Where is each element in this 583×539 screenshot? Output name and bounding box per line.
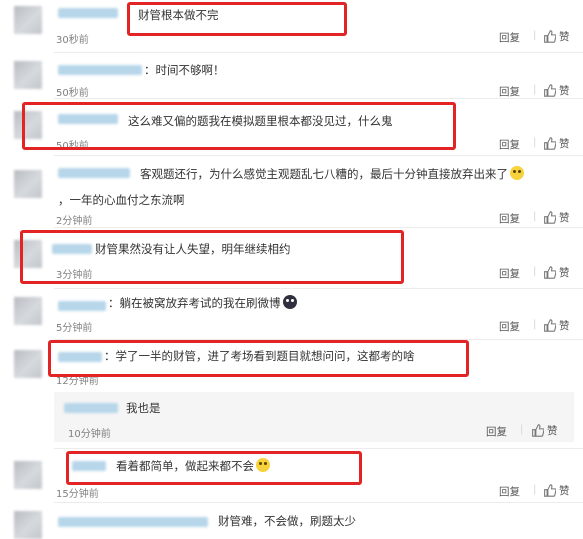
like-button[interactable]: 赞 bbox=[543, 136, 570, 151]
like-button[interactable]: 赞 bbox=[543, 483, 570, 498]
comment-time: 50秒前 bbox=[56, 88, 89, 99]
surprised-emoji-icon bbox=[282, 295, 297, 309]
action-separator: | bbox=[533, 319, 537, 330]
reply-button[interactable]: 回复 bbox=[499, 211, 520, 226]
comment-text-line: 看着都简单，做起来都不会 bbox=[116, 459, 254, 473]
like-label: 赞 bbox=[559, 485, 570, 497]
comment-text: ：躺在被窝放弃考试的我在刷微博 bbox=[108, 295, 297, 311]
like-label: 赞 bbox=[559, 138, 570, 150]
reply-button[interactable]: 回复 bbox=[499, 84, 520, 99]
avatar[interactable] bbox=[14, 111, 42, 139]
like-label: 赞 bbox=[559, 85, 570, 97]
comment-time: 12分钟前 bbox=[56, 376, 99, 387]
reply-button[interactable]: 回复 bbox=[499, 137, 520, 152]
like-label: 赞 bbox=[547, 425, 558, 437]
comment-time: 2分钟前 bbox=[56, 216, 93, 227]
crying-emoji-icon bbox=[256, 458, 270, 472]
username[interactable] bbox=[58, 8, 118, 18]
like-button[interactable]: 赞 bbox=[543, 29, 570, 44]
subreply-time: 10分钟前 bbox=[68, 429, 111, 440]
crying-emoji-icon bbox=[510, 166, 524, 180]
comment-text-continued: ，一年的心血付之东流啊 bbox=[58, 193, 185, 207]
username[interactable] bbox=[58, 517, 208, 527]
like-button[interactable]: 赞 bbox=[543, 210, 570, 225]
comment-text: 看着都简单，做起来都不会 bbox=[116, 458, 270, 474]
comment-text: 财管难，不会做，刷题太少 bbox=[218, 514, 356, 528]
thumbs-up-icon bbox=[543, 319, 556, 332]
avatar[interactable] bbox=[14, 170, 42, 198]
reply-button[interactable]: 回复 bbox=[499, 484, 520, 499]
action-separator: | bbox=[533, 30, 537, 41]
username[interactable] bbox=[64, 403, 118, 413]
comment-item: 这么难又偏的题我在模拟题里根本都没见过，什么鬼 50秒前 回复 | 赞 bbox=[0, 99, 583, 154]
comment-text: 客观题还行，为什么感觉主观题乱七八糟的，最后十分钟直接放弃出来了 bbox=[140, 166, 524, 182]
avatar[interactable] bbox=[14, 350, 42, 378]
thumbs-up-icon bbox=[543, 484, 556, 497]
comment-item: ：学了一半的财管，进了考场看到题目就想问问，这都考的啥 12分钟前 bbox=[0, 340, 583, 392]
reply-button[interactable]: 回复 bbox=[499, 266, 520, 281]
comment-time: 15分钟前 bbox=[56, 489, 99, 500]
comment-item: 财管果然没有让人失望，明年继续相约 3分钟前 回复 | 赞 bbox=[0, 228, 583, 288]
comment-text: ：学了一半的财管，进了考场看到题目就想问问，这都考的啥 bbox=[104, 349, 415, 363]
username[interactable] bbox=[72, 461, 106, 471]
comment-item: 客观题还行，为什么感觉主观题乱七八糟的，最后十分钟直接放弃出来了 ，一年的心血付… bbox=[0, 156, 583, 227]
action-separator: | bbox=[533, 211, 537, 222]
action-separator: | bbox=[533, 266, 537, 277]
comment-text: ：时间不够啊！ bbox=[144, 63, 225, 77]
username[interactable] bbox=[58, 114, 118, 124]
thumbs-up-icon bbox=[543, 266, 556, 279]
comment-item: 看着都简单，做起来都不会 15分钟前 回复 | 赞 bbox=[0, 449, 583, 501]
action-separator: | bbox=[533, 137, 537, 148]
comment-time: 50秒前 bbox=[56, 141, 89, 152]
subreply-container: 我也是 10分钟前 回复 | 赞 bbox=[54, 392, 574, 442]
like-button[interactable]: 赞 bbox=[531, 423, 558, 438]
username[interactable] bbox=[58, 301, 106, 311]
thumbs-up-icon bbox=[543, 137, 556, 150]
like-label: 赞 bbox=[559, 267, 570, 279]
username[interactable] bbox=[52, 244, 92, 254]
action-separator: | bbox=[533, 84, 537, 95]
comment-item: ：躺在被窝放弃考试的我在刷微博 5分钟前 回复 | 赞 bbox=[0, 289, 583, 339]
like-button[interactable]: 赞 bbox=[543, 318, 570, 333]
avatar[interactable] bbox=[14, 6, 42, 34]
comment-text: 财管果然没有让人失望，明年继续相约 bbox=[95, 242, 291, 256]
like-button[interactable]: 赞 bbox=[543, 265, 570, 280]
action-separator: | bbox=[533, 484, 537, 495]
comment-text-line: ：躺在被窝放弃考试的我在刷微博 bbox=[108, 296, 281, 310]
thumbs-up-icon bbox=[543, 211, 556, 224]
like-label: 赞 bbox=[559, 320, 570, 332]
subreply-text: 我也是 bbox=[126, 401, 161, 415]
thumbs-up-icon bbox=[543, 30, 556, 43]
username[interactable] bbox=[58, 168, 130, 178]
comment-time: 3分钟前 bbox=[56, 270, 93, 281]
comment-item: 财管难，不会做，刷题太少 bbox=[0, 503, 583, 539]
like-label: 赞 bbox=[559, 212, 570, 224]
action-separator: | bbox=[520, 424, 524, 435]
avatar[interactable] bbox=[14, 61, 42, 89]
like-button[interactable]: 赞 bbox=[543, 83, 570, 98]
thumbs-up-icon bbox=[531, 424, 544, 437]
avatar[interactable] bbox=[14, 240, 42, 268]
avatar[interactable] bbox=[14, 511, 42, 539]
comment-item: 财管根本做不完 30秒前 回复 | 赞 bbox=[0, 0, 583, 52]
reply-button[interactable]: 回复 bbox=[499, 319, 520, 334]
comment-time: 30秒前 bbox=[56, 35, 89, 46]
comment-text: 财管根本做不完 bbox=[138, 8, 219, 22]
comment-text: 这么难又偏的题我在模拟题里根本都没见过，什么鬼 bbox=[128, 114, 393, 128]
reply-button[interactable]: 回复 bbox=[486, 424, 507, 439]
reply-button[interactable]: 回复 bbox=[499, 30, 520, 45]
like-label: 赞 bbox=[559, 31, 570, 43]
username[interactable] bbox=[58, 65, 142, 75]
avatar[interactable] bbox=[14, 461, 42, 489]
comment-time: 5分钟前 bbox=[56, 323, 93, 334]
thumbs-up-icon bbox=[543, 84, 556, 97]
comment-text-line: 客观题还行，为什么感觉主观题乱七八糟的，最后十分钟直接放弃出来了 bbox=[140, 167, 508, 181]
comment-item: ：时间不够啊！ 50秒前 回复 | 赞 bbox=[0, 53, 583, 99]
avatar[interactable] bbox=[14, 297, 42, 325]
username[interactable] bbox=[58, 352, 102, 362]
